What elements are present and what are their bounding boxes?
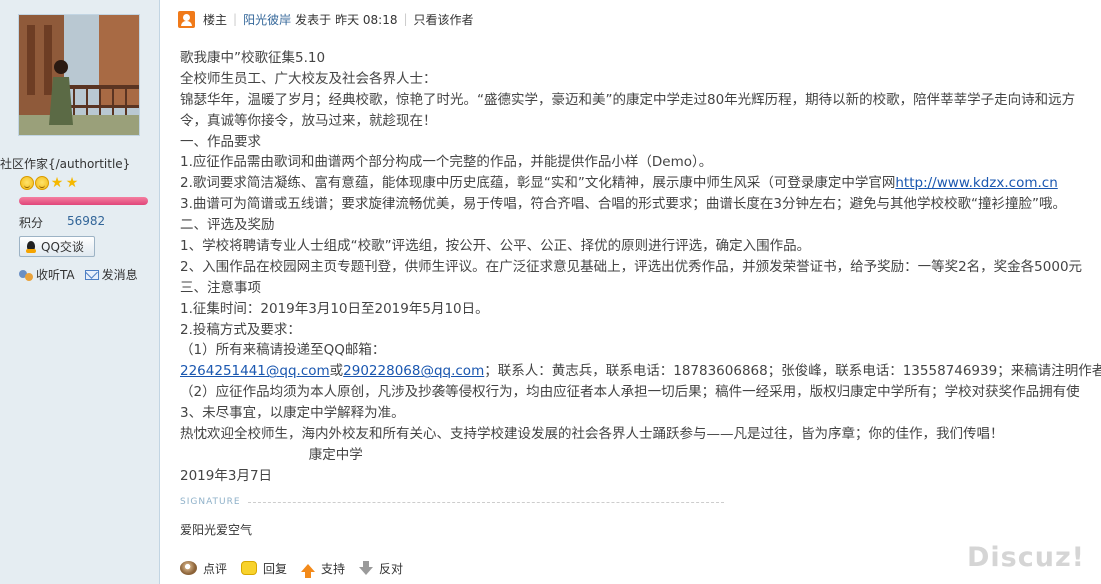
comment-button[interactable]: 点评 [180, 560, 227, 577]
content-text: ；联系人：黄志兵，联系电话：18783606868；张俊峰，联系电话：13558… [484, 363, 1101, 380]
message-label: 发消息 [101, 268, 138, 282]
thumb-down-arrow-icon [359, 561, 374, 575]
email-link[interactable]: 290228068@qq.com [343, 363, 484, 379]
reply-label: 回复 [263, 561, 288, 576]
content-line: 一、作品要求 [180, 133, 261, 150]
star-icon: ★ [50, 175, 64, 191]
follow-label: 收听TA [36, 268, 75, 282]
oppose-label: 反对 [379, 561, 404, 576]
content-text: 2.歌词要求简洁凝练、富有意蕴，能体现康中历史底蕴，彰显“实和”文化精神，展示康… [180, 175, 896, 192]
content-line: 热忱欢迎全校师生，海内外校友和所有关心、支持学校建设发展的社会各界人士踊跃参与—… [180, 426, 1004, 443]
content-line: 康定中学 [180, 446, 363, 463]
content-line: 全校师生员工、广大校友及社会各界人士： [180, 70, 437, 87]
signature-label: SIGNATURE [180, 497, 241, 507]
content-line: 2019年3月7日 [180, 467, 273, 484]
content-line: 1、学校将聘请专业人士组成“校歌”评选组，按公开、公平、公正、择优的原则进行评选… [180, 238, 811, 255]
post-actions: 点评 回复 支持 反对 [180, 557, 403, 579]
website-link[interactable]: http://www.kdzx.com.cn [895, 175, 1057, 191]
content-line: （1）所有来稿请投递至QQ邮箱： [180, 342, 386, 359]
author-link[interactable]: 阳光彼岸 [243, 11, 291, 28]
qq-chat-button[interactable]: QQ交谈 [19, 236, 95, 257]
author-actions: 收听TA 发消息 [19, 266, 138, 283]
content-text: 或 [329, 363, 344, 380]
credits-progress-bar [19, 197, 148, 205]
support-label: 支持 [321, 561, 346, 576]
floor-owner-icon [178, 10, 195, 28]
reply-button[interactable]: 回复 [241, 560, 287, 577]
qq-penguin-icon [24, 240, 38, 254]
follow-button[interactable]: 收听TA [19, 266, 75, 283]
content-line: 1.应征作品需由歌词和曲谱两个部分构成一个完整的作品，并能提供作品小样（Demo… [180, 154, 713, 171]
comment-label: 点评 [203, 561, 228, 576]
credits: 积分 56982 [19, 214, 105, 231]
author-sidebar: 社区作家{/authortitle} ★ ★ 积分 56982 QQ交谈 收听T… [0, 0, 160, 584]
email-link[interactable]: 2264251441@qq.com [180, 363, 330, 379]
credits-value[interactable]: 56982 [67, 214, 105, 231]
level-icons: ★ ★ [20, 176, 79, 190]
only-author-link[interactable]: 只看该作者 [414, 11, 474, 28]
content-line: 2264251441@qq.com或290228068@qq.com；联系人：黄… [180, 361, 1101, 382]
message-button[interactable]: 发消息 [84, 266, 138, 283]
posted-prefix: 发表于 [295, 12, 332, 27]
content-line: 3.曲谱可为简谱或五线谱；要求旋律流畅优美，易于传唱，符合齐唱、合唱的形式要求；… [180, 196, 1066, 213]
post-header: 楼主 | 阳光彼岸 发表于 昨天 08:18 | 只看该作者 [178, 8, 474, 30]
follow-icon [19, 268, 33, 282]
signature-divider [248, 502, 724, 503]
divider: | [233, 12, 238, 26]
content-line: 2.投稿方式及要求： [180, 321, 301, 338]
content-line: 2.歌词要求简洁凝练、富有意蕴，能体现康中历史底蕴，彰显“实和”文化精神，展示康… [180, 173, 1101, 194]
content-line: 令，真诚等你接令，放马过来，就趁现在！ [180, 112, 437, 129]
author-title: 社区作家{/authortitle} [0, 157, 131, 171]
post-content: 歌我康中”校歌征集5.10 全校师生员工、广大校友及社会各界人士： 锦瑟华年，温… [180, 48, 1101, 487]
oppose-button[interactable]: 反对 [359, 560, 403, 577]
discuz-watermark: Discuz! [967, 542, 1085, 573]
star-icon: ★ [65, 175, 79, 191]
content-line: 锦瑟华年，温暖了岁月；经典校歌，惊艳了时光。“盛德实学，豪迈和美”的康定中学走过… [180, 91, 1076, 108]
content-line: （2）应征作品均须为本人原创，凡涉及抄袭等侵权行为，均由应征者本人承担一切后果；… [180, 384, 1080, 401]
floor-label: 楼主 [203, 12, 228, 27]
content-line: 2、入围作品在校园网主页专题刊登，供师生评议。在广泛征求意见基础上，评选出优秀作… [180, 258, 1083, 275]
smile-face-icon [35, 176, 49, 190]
posted-time: 昨天 08:18 [335, 12, 398, 27]
content-line: 二、评选及奖励 [180, 217, 275, 234]
comment-icon [180, 561, 197, 575]
credits-label: 积分 [19, 216, 44, 230]
content-line: 三、注意事项 [180, 279, 261, 296]
smile-face-icon [20, 176, 34, 190]
avatar[interactable] [18, 14, 140, 136]
divider: | [403, 12, 408, 26]
thumb-up-arrow-icon [301, 564, 316, 578]
credits-progress-fill [19, 197, 148, 205]
envelope-icon [84, 269, 99, 280]
signature-text: 爱阳光爱空气 [180, 523, 253, 537]
reply-icon [241, 561, 258, 575]
support-button[interactable]: 支持 [301, 560, 346, 578]
qq-chat-label: QQ交谈 [41, 240, 84, 254]
content-line: 歌我康中”校歌征集5.10 [180, 50, 326, 66]
content-line: 3、未尽事宜，以康定中学解释为准。 [180, 405, 405, 422]
content-line: 1.征集时间：2019年3月10日至2019年5月10日。 [180, 300, 489, 317]
